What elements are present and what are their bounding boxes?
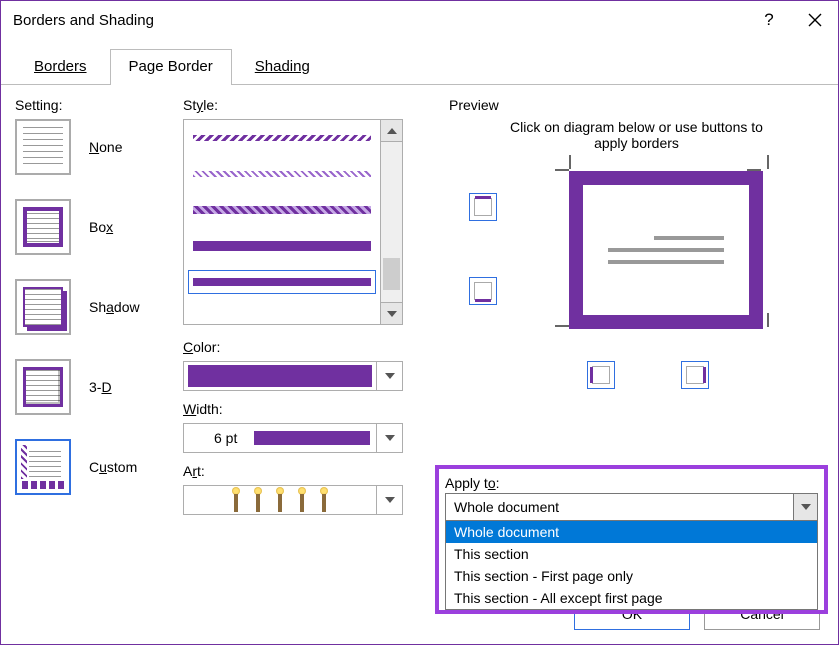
dialog-title: Borders and Shading [13, 12, 154, 29]
art-label: Art: [183, 463, 429, 479]
apply-to-selected: Whole document [446, 499, 793, 515]
chevron-down-icon [376, 362, 402, 390]
border-right-button[interactable] [681, 361, 709, 389]
setting-option-3d[interactable]: 3-D [15, 359, 183, 415]
setting-option-label: Shadow [89, 299, 140, 315]
scroll-thumb[interactable] [383, 258, 400, 290]
style-label: Style: [183, 97, 429, 113]
color-label: Color: [183, 339, 429, 355]
close-button[interactable] [792, 1, 838, 39]
style-item[interactable] [188, 198, 376, 222]
setting-option-label: None [89, 139, 122, 155]
border-top-button[interactable] [469, 193, 497, 221]
preview-page[interactable] [569, 171, 763, 329]
tab-shading[interactable]: Shading [236, 49, 329, 85]
style-scrollbar[interactable] [380, 120, 402, 324]
help-icon: ? [764, 10, 773, 30]
setting-option-custom[interactable]: Custom [15, 439, 183, 495]
torch-icon [296, 487, 308, 513]
width-value: 6 pt [184, 430, 254, 446]
setting-section: Setting: None Box Shadow 3-D [15, 85, 183, 644]
setting-label: Setting: [15, 97, 183, 113]
apply-to-option[interactable]: This section - First page only [446, 565, 817, 587]
torch-icon [252, 487, 264, 513]
border-bottom-button[interactable] [469, 277, 497, 305]
apply-to-option[interactable]: Whole document [446, 521, 817, 543]
setting-option-box[interactable]: Box [15, 199, 183, 255]
apply-to-option[interactable]: This section [446, 543, 817, 565]
torch-icon [318, 487, 330, 513]
tab-strip: Borders Page Border Shading [1, 39, 838, 85]
border-left-button[interactable] [587, 361, 615, 389]
width-dropdown[interactable]: 6 pt [183, 423, 403, 453]
color-swatch [188, 365, 372, 387]
art-preview [184, 487, 376, 513]
scroll-track[interactable] [381, 142, 402, 302]
borders-shading-dialog: Borders and Shading ? Borders Page Borde… [0, 0, 839, 645]
help-button[interactable]: ? [746, 1, 792, 39]
apply-to-options: Whole document This section This section… [445, 521, 818, 610]
setting-option-none[interactable]: None [15, 119, 183, 175]
preview-instruction: Click on diagram below or use buttons to… [497, 119, 777, 151]
style-item[interactable] [188, 162, 376, 186]
style-item[interactable] [188, 270, 376, 294]
style-section: Style: [183, 85, 429, 644]
setting-option-label: 3-D [89, 379, 112, 395]
apply-to-dropdown[interactable]: Whole document [445, 493, 818, 521]
chevron-down-icon [376, 424, 402, 452]
apply-to-option[interactable]: This section - All except first page [446, 587, 817, 609]
width-label: Width: [183, 401, 429, 417]
width-swatch [254, 431, 370, 445]
close-icon [808, 13, 822, 27]
style-item[interactable] [188, 126, 376, 150]
torch-icon [230, 487, 242, 513]
tab-page-border[interactable]: Page Border [110, 49, 232, 85]
scroll-down-button[interactable] [381, 302, 402, 324]
setting-option-label: Custom [89, 459, 137, 475]
chevron-down-icon [376, 486, 402, 514]
titlebar: Borders and Shading ? [1, 1, 838, 39]
style-item[interactable] [188, 234, 376, 258]
tab-borders[interactable]: Borders [15, 49, 106, 85]
apply-to-section: Apply to: Whole document Whole document … [435, 465, 828, 614]
art-dropdown[interactable] [183, 485, 403, 515]
apply-to-label: Apply to: [445, 475, 818, 491]
setting-option-shadow[interactable]: Shadow [15, 279, 183, 335]
color-dropdown[interactable] [183, 361, 403, 391]
scroll-up-button[interactable] [381, 120, 402, 142]
style-listbox[interactable] [183, 119, 403, 325]
chevron-down-icon [793, 494, 817, 520]
setting-option-label: Box [89, 219, 113, 235]
torch-icon [274, 487, 286, 513]
preview-label: Preview [449, 97, 824, 113]
